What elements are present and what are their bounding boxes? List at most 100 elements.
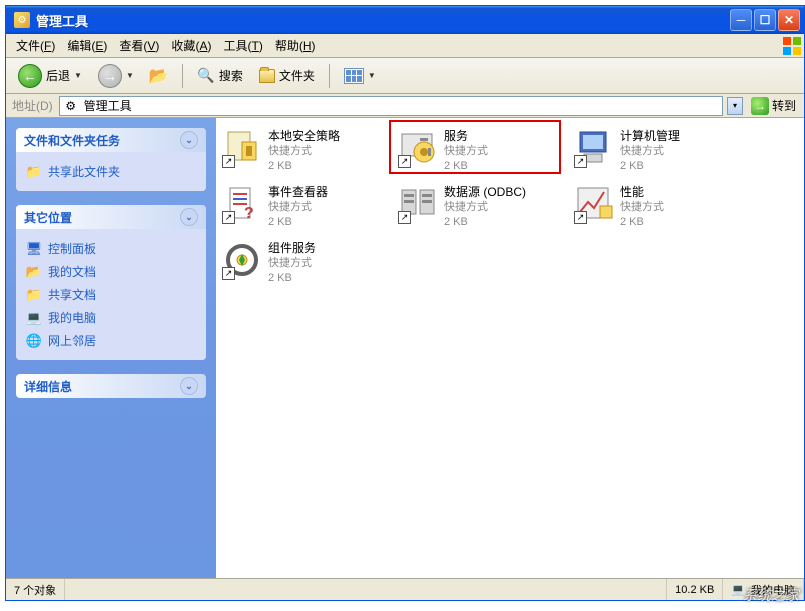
forward-button[interactable]: → ▼	[92, 62, 140, 90]
network-icon: 🌐	[26, 333, 42, 349]
go-label: 转到	[772, 97, 796, 114]
menu-edit[interactable]: 编辑(E)	[61, 35, 113, 56]
status-object-count: 7 个对象	[6, 579, 65, 600]
link-control-panel[interactable]: 🖥控制面板	[26, 237, 196, 260]
window-title: 管理工具	[34, 11, 730, 30]
close-button[interactable]: ✕	[778, 9, 800, 31]
services-icon: ↗	[398, 128, 438, 168]
address-input[interactable]: ⚙ 管理工具	[59, 96, 723, 116]
shared-docs-icon: 📁	[26, 287, 42, 303]
link-label: 我的文档	[48, 263, 96, 280]
go-button[interactable]: → 转到	[747, 97, 800, 115]
item-size: 2 KB	[620, 215, 664, 230]
link-label: 共享此文件夹	[48, 163, 120, 180]
expand-icon: ⌄	[180, 377, 198, 395]
address-dropdown[interactable]: ▾	[727, 97, 743, 115]
menubar: 文件(F) 编辑(E) 查看(V) 收藏(A) 工具(T) 帮助(H)	[6, 34, 804, 58]
titlebar[interactable]: ⚙ 管理工具 ─ ☐ ✕	[6, 6, 804, 34]
panel-title: 其它位置	[24, 209, 72, 226]
forward-arrow-icon: →	[98, 64, 122, 88]
item-size: 2 KB	[444, 215, 526, 230]
link-my-computer[interactable]: 💻我的电脑	[26, 306, 196, 329]
content-pane[interactable]: ↗ 本地安全策略快捷方式2 KB ↗ 服务快捷方式2 KB ↗ 计算机管理快捷方…	[216, 118, 804, 578]
status-zone: 💻 我的电脑	[723, 579, 804, 600]
link-label: 控制面板	[48, 240, 96, 257]
odbc-icon: ↗	[398, 184, 438, 224]
item-name: 计算机管理	[620, 128, 680, 144]
addressbar: 地址(D) ⚙ 管理工具 ▾ → 转到	[6, 94, 804, 118]
body: 文件和文件夹任务 ⌄ 📁 共享此文件夹 其它位置 ⌄ 🖥控制面板	[6, 118, 804, 578]
minimize-button[interactable]: ─	[730, 9, 752, 31]
event-viewer-icon: ?↗	[222, 184, 262, 224]
shortcut-arrow-icon: ↗	[574, 211, 587, 224]
menu-favorites[interactable]: 收藏(A)	[165, 35, 217, 56]
component-services-icon: ↗	[222, 240, 262, 280]
separator	[182, 64, 183, 88]
link-label: 我的电脑	[48, 309, 96, 326]
link-my-documents[interactable]: 📂 我的文档	[26, 260, 196, 283]
documents-icon: 📂	[26, 264, 42, 280]
link-shared-documents[interactable]: 📁 共享文档	[26, 283, 196, 306]
chevron-down-icon: ▼	[74, 71, 82, 80]
panel-other-places: 其它位置 ⌄ 🖥控制面板 📂 我的文档 📁 共享文档 💻我的电脑 🌐 网上邻居	[16, 205, 206, 360]
menu-view[interactable]: 查看(V)	[113, 35, 165, 56]
menu-help[interactable]: 帮助(H)	[269, 35, 322, 56]
panel-header[interactable]: 其它位置 ⌄	[16, 205, 206, 229]
address-value: 管理工具	[84, 97, 132, 114]
up-button[interactable]: 📂	[144, 65, 174, 87]
maximize-button[interactable]: ☐	[754, 9, 776, 31]
item-component-services[interactable]: ↗ 组件服务快捷方式2 KB	[220, 236, 396, 292]
collapse-icon: ⌄	[180, 208, 198, 226]
panel-header[interactable]: 文件和文件夹任务 ⌄	[16, 128, 206, 152]
panel-title: 文件和文件夹任务	[24, 132, 120, 149]
views-button[interactable]: ▼	[338, 66, 382, 86]
item-event-viewer[interactable]: ?↗ 事件查看器快捷方式2 KB	[220, 180, 396, 236]
item-name: 本地安全策略	[268, 128, 340, 144]
policy-icon: ↗	[222, 128, 262, 168]
separator	[329, 64, 330, 88]
app-icon: ⚙	[14, 12, 30, 28]
link-label: 共享文档	[48, 286, 96, 303]
shortcut-arrow-icon: ↗	[574, 155, 587, 168]
search-label: 搜索	[219, 67, 243, 84]
item-size: 2 KB	[268, 215, 328, 230]
svg-text:?: ?	[244, 205, 254, 222]
item-computer-management[interactable]: ↗ 计算机管理快捷方式2 KB	[572, 124, 748, 180]
computer-mgmt-icon: ↗	[574, 128, 614, 168]
item-name: 数据源 (ODBC)	[444, 184, 526, 200]
folders-button[interactable]: 文件夹	[253, 65, 321, 86]
item-name: 性能	[620, 184, 664, 200]
collapse-icon: ⌄	[180, 131, 198, 149]
shortcut-arrow-icon: ↗	[398, 211, 411, 224]
item-performance[interactable]: ↗ 性能快捷方式2 KB	[572, 180, 748, 236]
item-type: 快捷方式	[444, 200, 526, 215]
panel-title: 详细信息	[24, 378, 72, 395]
folder-share-icon: 📁	[26, 164, 42, 180]
item-type: 快捷方式	[268, 200, 328, 215]
item-local-security-policy[interactable]: ↗ 本地安全策略快捷方式2 KB	[220, 124, 396, 180]
link-label: 网上邻居	[48, 332, 96, 349]
folder-up-icon: 📂	[150, 67, 168, 85]
link-share-folder[interactable]: 📁 共享此文件夹	[26, 160, 196, 183]
item-size: 2 KB	[268, 271, 316, 286]
item-type: 快捷方式	[268, 144, 340, 159]
link-network-places[interactable]: 🌐 网上邻居	[26, 329, 196, 352]
status-spacer	[65, 579, 667, 600]
folder-icon	[259, 69, 275, 83]
shortcut-arrow-icon: ↗	[398, 155, 411, 168]
views-icon	[344, 68, 364, 84]
item-size: 2 KB	[620, 159, 680, 174]
chevron-down-icon: ▼	[368, 71, 376, 80]
status-size: 10.2 KB	[667, 579, 723, 600]
menu-file[interactable]: 文件(F)	[10, 35, 61, 56]
panel-header[interactable]: 详细信息 ⌄	[16, 374, 206, 398]
back-arrow-icon: ←	[18, 64, 42, 88]
folder-icon: ⚙	[62, 97, 80, 115]
search-button[interactable]: 🔍 搜索	[191, 65, 249, 87]
item-odbc[interactable]: ↗ 数据源 (ODBC)快捷方式2 KB	[396, 180, 572, 236]
menu-tools[interactable]: 工具(T)	[217, 35, 268, 56]
computer-icon: 💻	[731, 583, 745, 596]
back-button[interactable]: ← 后退 ▼	[12, 62, 88, 90]
explorer-window: ⚙ 管理工具 ─ ☐ ✕ 文件(F) 编辑(E) 查看(V) 收藏(A) 工具(…	[5, 5, 805, 601]
sidebar: 文件和文件夹任务 ⌄ 📁 共享此文件夹 其它位置 ⌄ 🖥控制面板	[6, 118, 216, 578]
